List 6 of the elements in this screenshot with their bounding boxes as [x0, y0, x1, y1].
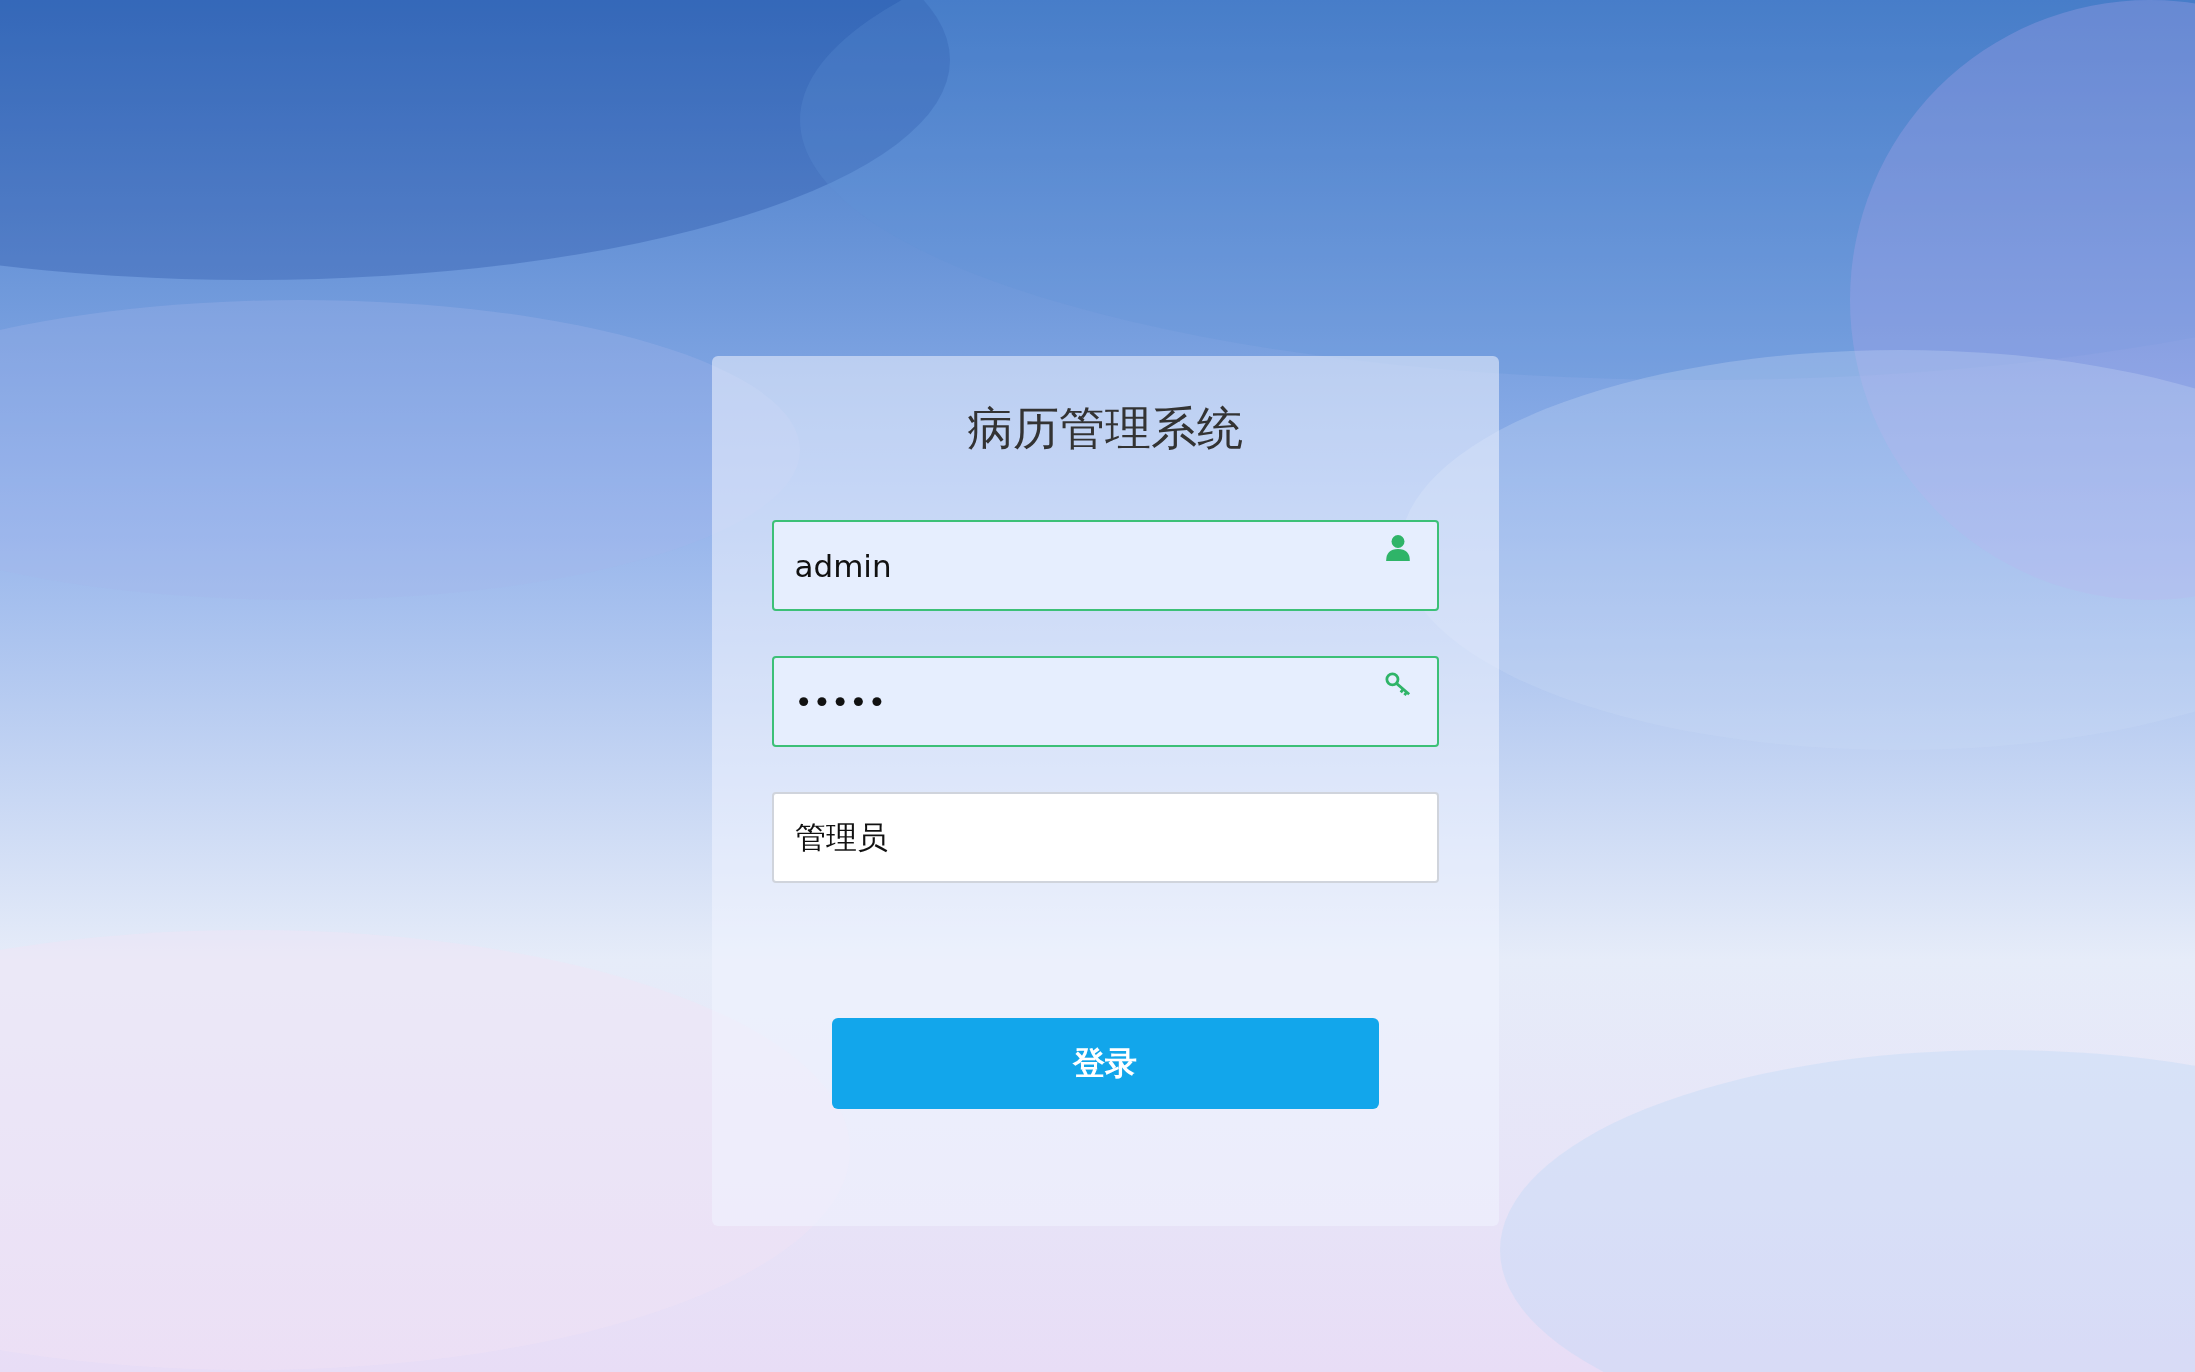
- key-icon: [1384, 670, 1411, 698]
- username-field[interactable]: admin: [771, 520, 1439, 611]
- password-field[interactable]: •••••: [771, 656, 1439, 747]
- app-title: 病历管理系统: [967, 400, 1243, 457]
- user-icon: [1384, 534, 1411, 562]
- role-select[interactable]: 管理员: [771, 792, 1439, 883]
